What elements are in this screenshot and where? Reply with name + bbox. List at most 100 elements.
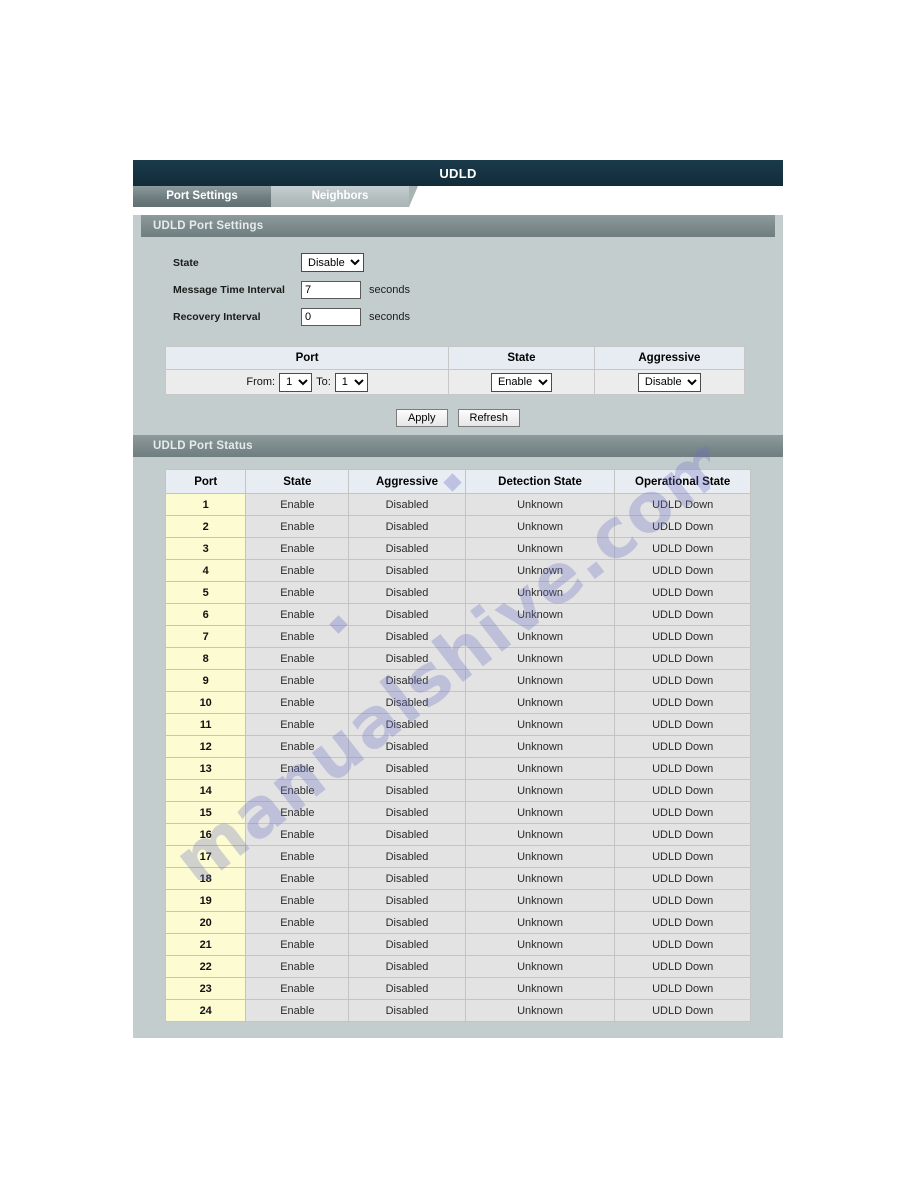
cell-aggressive: Disabled	[348, 515, 466, 538]
cell-port: 21	[164, 933, 247, 956]
cell-aggressive: Disabled	[348, 955, 466, 978]
recovery-interval-input[interactable]	[301, 307, 361, 326]
cell-state: Enable	[245, 757, 350, 780]
th-port: Port	[164, 469, 247, 494]
cell-state: Enable	[245, 823, 350, 846]
cell-state: Enable	[245, 669, 350, 692]
cell-port: 19	[164, 889, 247, 912]
action-button-row: Apply Refresh	[133, 409, 783, 427]
udld-settings-form: State Disable Message Time Interval seco…	[133, 237, 783, 342]
state-select[interactable]: Disable	[301, 253, 364, 272]
table-row: 24 Enable Disabled Unknown UDLD Down	[164, 999, 751, 1022]
label-state: State	[173, 256, 199, 269]
cell-port: 8	[164, 647, 247, 670]
cell-aggressive: Disabled	[348, 603, 466, 626]
table-row: 22 Enable Disabled Unknown UDLD Down	[164, 955, 751, 978]
cell-operational-state: UDLD Down	[614, 757, 751, 780]
cell-port: 22	[164, 955, 247, 978]
cell-port: 16	[164, 823, 247, 846]
message-time-interval-input[interactable]	[301, 280, 361, 299]
table-row: 8 Enable Disabled Unknown UDLD Down	[164, 647, 751, 670]
cell-detection-state: Unknown	[464, 757, 616, 780]
refresh-button[interactable]: Refresh	[457, 409, 521, 427]
cell-port: 2	[164, 515, 247, 538]
table-header-row: Port State Aggressive	[164, 346, 746, 370]
cell-aggressive: Disabled	[348, 537, 466, 560]
tab-port-settings[interactable]: Port Settings	[133, 186, 280, 207]
th-detection-state: Detection State	[464, 469, 616, 494]
cell-state: Enable	[245, 977, 350, 1000]
cell-operational-state: UDLD Down	[614, 713, 751, 736]
table-row: 10 Enable Disabled Unknown UDLD Down	[164, 691, 751, 714]
th-aggressive: Aggressive	[593, 346, 746, 370]
udld-port-status-table: Port State Aggressive Detection State Op…	[164, 469, 751, 1022]
cell-state: Enable	[245, 603, 350, 626]
cell-operational-state: UDLD Down	[614, 889, 751, 912]
cell-port: 15	[164, 801, 247, 824]
cell-aggressive: Disabled	[348, 493, 466, 516]
cell-operational-state: UDLD Down	[614, 647, 751, 670]
port-to-select[interactable]: 1	[334, 372, 368, 392]
cell-state: Enable	[245, 911, 350, 934]
cell-operational-state: UDLD Down	[614, 515, 751, 538]
cell-state: Enable	[245, 867, 350, 890]
cell-state: Enable	[245, 625, 350, 648]
label-to: To:	[316, 376, 331, 388]
cell-state: Enable	[245, 955, 350, 978]
cell-detection-state: Unknown	[464, 493, 616, 516]
table-row: 16 Enable Disabled Unknown UDLD Down	[164, 823, 751, 846]
apply-button[interactable]: Apply	[395, 409, 448, 427]
table-row: 13 Enable Disabled Unknown UDLD Down	[164, 757, 751, 780]
cell-aggressive: Disabled	[348, 669, 466, 692]
cell-detection-state: Unknown	[464, 933, 616, 956]
cell-detection-state: Unknown	[464, 867, 616, 890]
port-state-select[interactable]: Enable	[490, 372, 552, 392]
cell-port: 20	[164, 911, 247, 934]
cell-operational-state: UDLD Down	[614, 801, 751, 824]
cell-detection-state: Unknown	[464, 823, 616, 846]
status-table-body: 1 Enable Disabled Unknown UDLD Down 2 Enable Di…	[164, 493, 751, 1022]
cell-aggressive: Disabled	[348, 713, 466, 736]
tab-bar: Port Settings Neighbors	[133, 186, 783, 207]
cell-operational-state: UDLD Down	[614, 559, 751, 582]
cell-port: 11	[164, 713, 247, 736]
cell-port-range: From: 1 To: 1	[164, 369, 450, 395]
cell-port: 4	[164, 559, 247, 582]
cell-aggressive: Disabled	[348, 801, 466, 824]
cell-port: 10	[164, 691, 247, 714]
cell-aggressive: Disabled	[348, 559, 466, 582]
cell-operational-state: UDLD Down	[614, 537, 751, 560]
port-from-select[interactable]: 1	[279, 372, 313, 392]
cell-detection-state: Unknown	[464, 845, 616, 868]
tab-neighbors[interactable]: Neighbors	[271, 186, 418, 207]
table-row: 20 Enable Disabled Unknown UDLD Down	[164, 911, 751, 934]
table-row: 12 Enable Disabled Unknown UDLD Down	[164, 735, 751, 758]
label-message-time-interval: Message Time Interval	[173, 283, 285, 296]
port-aggressive-select[interactable]: Disable	[637, 372, 701, 392]
cell-detection-state: Unknown	[464, 581, 616, 604]
cell-aggressive: Disabled	[348, 691, 466, 714]
cell-state: Enable	[245, 713, 350, 736]
cell-detection-state: Unknown	[464, 713, 616, 736]
cell-port: 5	[164, 581, 247, 604]
table-row: 5 Enable Disabled Unknown UDLD Down	[164, 581, 751, 604]
table-row: 6 Enable Disabled Unknown UDLD Down	[164, 603, 751, 626]
cell-operational-state: UDLD Down	[614, 779, 751, 802]
cell-state: Enable	[245, 515, 350, 538]
cell-detection-state: Unknown	[464, 801, 616, 824]
table-row: 23 Enable Disabled Unknown UDLD Down	[164, 977, 751, 1000]
cell-state: Enable	[245, 581, 350, 604]
cell-operational-state: UDLD Down	[614, 867, 751, 890]
table-row: 3 Enable Disabled Unknown UDLD Down	[164, 537, 751, 560]
cell-port: 3	[164, 537, 247, 560]
th-aggressive: Aggressive	[348, 469, 466, 494]
cell-detection-state: Unknown	[464, 691, 616, 714]
table-row: From: 1 To: 1 Enable Disable	[164, 369, 746, 395]
port-settings-table: Port State Aggressive From: 1 To: 1 Enab…	[164, 346, 746, 395]
panel-body: UDLD Port Settings State Disable Message…	[133, 215, 783, 1038]
cell-operational-state: UDLD Down	[614, 581, 751, 604]
cell-detection-state: Unknown	[464, 955, 616, 978]
cell-state: Enable	[245, 647, 350, 670]
th-state: State	[245, 469, 350, 494]
table-row: 21 Enable Disabled Unknown UDLD Down	[164, 933, 751, 956]
